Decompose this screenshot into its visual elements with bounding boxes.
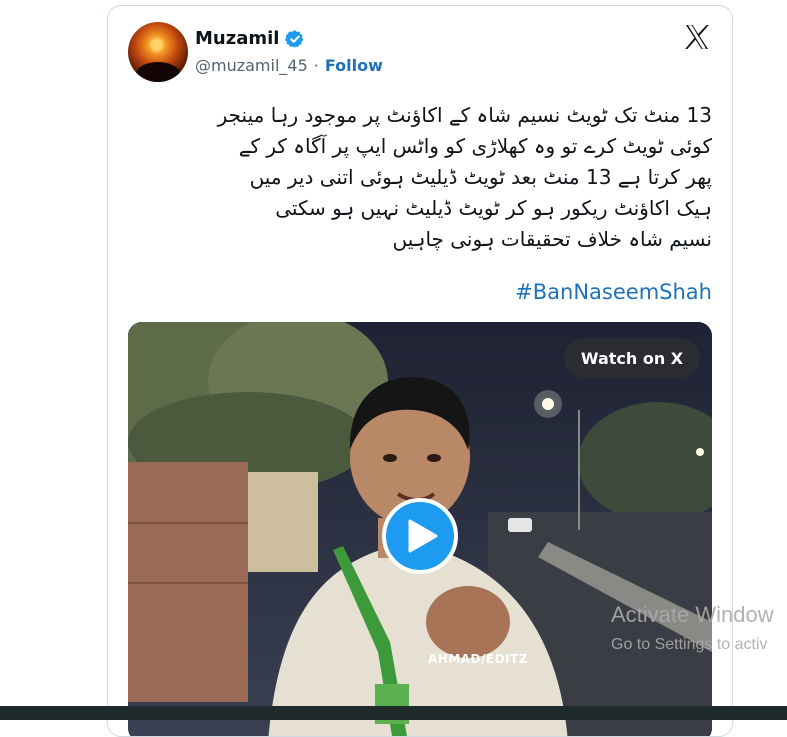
watch-on-x-button[interactable]: Watch on X <box>564 338 700 378</box>
taskbar <box>0 706 787 720</box>
tweet-text-line: کوئی ٹویٹ کرے تو وہ کھلاڑی کو واٹس ایپ پ… <box>238 134 712 158</box>
video-watermark: AHMAD/EDITZ <box>428 652 528 666</box>
hashtag-link[interactable]: #BanNaseemShah <box>515 280 712 304</box>
tweet-text-line: 13 منٹ تک ٹویٹ نسیم شاہ کے اکاؤنٹ پر موج… <box>217 103 712 127</box>
tweet-text-line: ہیک اکاؤنٹ ریکور ہو کر ٹویٹ ڈیلیٹ نہیں ہ… <box>275 196 712 220</box>
author-name[interactable]: Muzamil <box>195 28 279 49</box>
play-icon <box>408 519 438 553</box>
author-handle[interactable]: @muzamil_45 <box>195 56 308 75</box>
tweet-text-line: نسیم شاہ خلاف تحقیقات ہونی چاہیں <box>392 227 712 251</box>
follow-button[interactable]: Follow <box>325 56 383 75</box>
tweet-text-line: پھر کرتا ہے 13 منٹ بعد ٹویٹ ڈیلیٹ ہوئی ا… <box>249 165 712 189</box>
verified-badge-icon <box>285 29 304 48</box>
avatar[interactable] <box>128 22 188 82</box>
handle-separator: · <box>313 56 319 75</box>
x-logo-icon[interactable] <box>682 22 712 52</box>
play-button[interactable] <box>382 498 458 574</box>
author-row: Muzamil <box>195 28 305 49</box>
video-player[interactable]: AHMAD/EDITZ Watch on X <box>128 322 712 736</box>
handle-row: @muzamil_45 · Follow <box>195 56 383 75</box>
tweet-text: 13 منٹ تک ٹویٹ نسیم شاہ کے اکاؤنٹ پر موج… <box>132 100 712 255</box>
activate-windows-subtitle: Go to Settings to activ <box>611 636 768 653</box>
activate-windows-title: Activate Window <box>611 602 774 627</box>
